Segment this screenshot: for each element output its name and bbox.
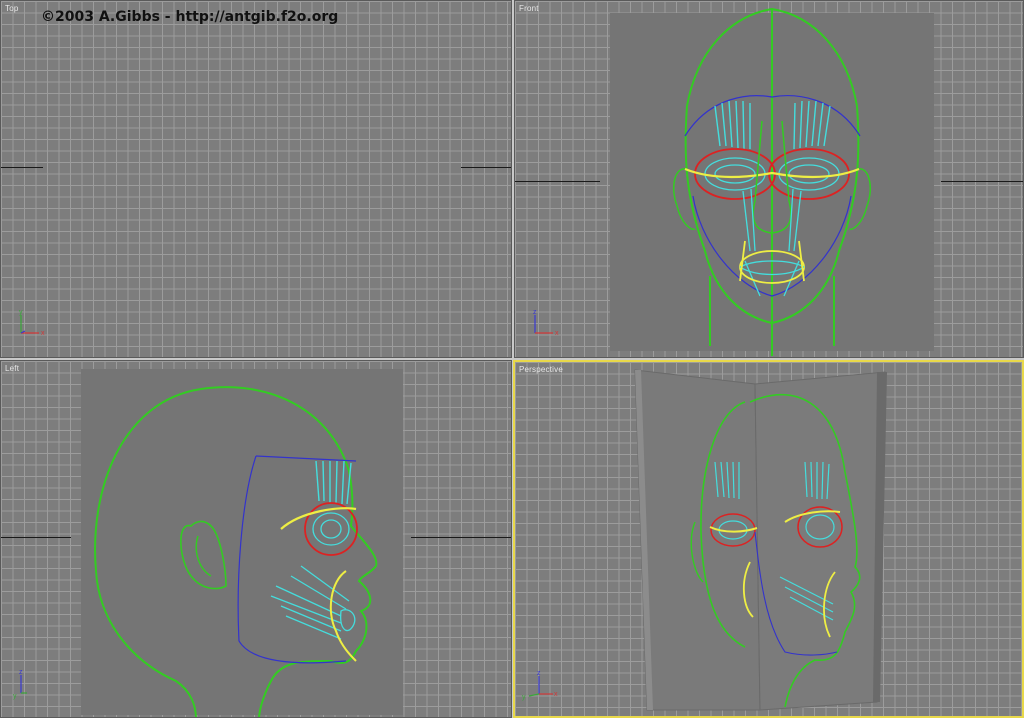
face-wireframe-front <box>673 7 871 356</box>
gizmo-y-label: y <box>522 694 526 701</box>
gizmo-z-label: z <box>537 670 541 677</box>
grid <box>1 1 511 357</box>
gizmo-x-label: x <box>554 691 558 698</box>
face-wireframe-left <box>94 386 378 717</box>
copyright-text: ©2003 A.Gibbs - http://antgib.f2o.org <box>41 9 339 25</box>
viewport-left[interactable]: Left z y <box>0 360 512 718</box>
viewport-front[interactable]: Front z x <box>514 0 1024 358</box>
gizmo-y-label: y <box>13 693 17 700</box>
axis-gizmo-icon: z x <box>533 309 559 337</box>
axis-gizmo-icon: z x y <box>522 670 558 701</box>
gizmo-z-label: z <box>19 669 23 676</box>
gizmo-x-label: x <box>41 330 45 337</box>
perspective-planes <box>634 369 887 711</box>
viewport-top[interactable]: Top ©2003 A.Gibbs - http://antgib.f2o.or… <box>0 0 512 358</box>
axis-gizmo-icon: y x <box>19 309 45 337</box>
gizmo-y-label: y <box>19 309 23 316</box>
viewport-perspective[interactable]: Perspective z x y <box>513 360 1024 718</box>
viewport-label[interactable]: Top <box>5 4 19 13</box>
world-axis-x-right <box>461 167 511 168</box>
gizmo-z-label: z <box>533 309 537 316</box>
world-axis-x-left <box>1 167 43 168</box>
gizmo-x-label: x <box>555 330 559 337</box>
axis-gizmo-icon: z y <box>13 669 27 700</box>
